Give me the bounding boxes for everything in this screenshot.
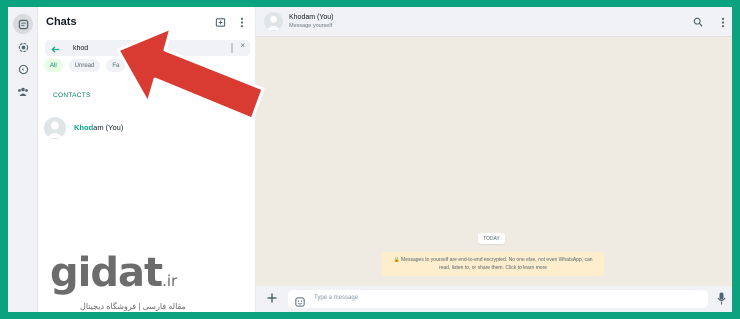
watermark-tagline: مقاله فارسی | فروشگاه دیجیتال: [80, 302, 186, 311]
encryption-notice[interactable]: 🔒 Messages to yourself are end-to-end en…: [382, 252, 604, 276]
new-chat-button[interactable]: [213, 15, 227, 29]
contact-name-rest: am (You): [93, 123, 124, 132]
filter-chip-unread[interactable]: Unread: [68, 59, 101, 72]
date-badge: TODAY: [478, 233, 505, 244]
chats-icon: [18, 19, 28, 29]
menu-icon: [721, 17, 725, 27]
site-watermark: gidat.ir مقاله فارسی | فروشگاه دیجیتال: [50, 253, 186, 311]
watermark-logo-text: gidat: [50, 250, 163, 296]
default-avatar-icon: [47, 121, 63, 138]
mic-icon: [717, 292, 726, 305]
compose-bar: Type a message: [256, 286, 732, 312]
channels-icon: [18, 64, 28, 74]
filter-chip-all[interactable]: All: [44, 59, 63, 72]
communities-nav-button[interactable]: [13, 81, 33, 101]
search-icon: [693, 17, 703, 27]
default-avatar-icon: [266, 15, 281, 31]
clear-search-button[interactable]: ×: [240, 41, 245, 50]
watermark-tld: .ir: [162, 272, 178, 290]
search-back-button[interactable]: [50, 42, 61, 60]
contacts-section-header: CONTACTS: [53, 92, 91, 99]
contact-name-match: Khod: [74, 123, 94, 132]
voice-message-button[interactable]: [717, 292, 726, 310]
search-bar: ×: [45, 40, 250, 56]
header-avatar: [264, 12, 283, 31]
chats-nav-button[interactable]: [13, 14, 33, 34]
attach-button[interactable]: [266, 292, 278, 306]
menu-icon: [240, 17, 244, 27]
contact-name: Khodam (You): [74, 123, 123, 132]
text-caret: [231, 43, 233, 53]
message-placeholder: Type a message: [314, 295, 359, 301]
channels-nav-button[interactable]: [13, 59, 33, 79]
chat-list-panel: Chats × All Unread Fa CONTACTS Khodam (Y…: [38, 7, 256, 312]
conversation-subtitle: Message yourself: [289, 23, 333, 29]
back-arrow-icon: [51, 46, 60, 53]
watermark-logo: gidat.ir: [50, 253, 186, 301]
whatsapp-window: Chats × All Unread Fa CONTACTS Khodam (Y…: [8, 7, 732, 312]
message-input[interactable]: Type a message: [288, 290, 708, 308]
nav-rail: [8, 7, 38, 312]
conversation-title: Khodam (You): [289, 14, 334, 21]
sticker-icon: [295, 297, 305, 307]
filter-chips: All Unread Fa: [44, 59, 126, 72]
sticker-button[interactable]: [295, 294, 305, 312]
avatar: [44, 117, 66, 139]
status-nav-button[interactable]: [13, 37, 33, 57]
conversation-panel: Khodam (You) Message yourself TODAY 🔒 Me…: [256, 7, 732, 312]
plus-icon: [267, 293, 277, 303]
contact-item[interactable]: Khodam (You): [44, 117, 250, 139]
conversation-header[interactable]: Khodam (You) Message yourself: [256, 7, 732, 37]
sidebar-title: Chats: [46, 16, 77, 28]
conversation-menu-button[interactable]: [717, 16, 729, 28]
new-chat-icon: [215, 17, 225, 27]
communities-icon: [18, 87, 28, 96]
sidebar-menu-button[interactable]: [235, 15, 249, 29]
search-input[interactable]: [73, 41, 203, 55]
conversation-search-button[interactable]: [692, 16, 704, 28]
filter-chip-favorites[interactable]: Fa: [106, 59, 126, 72]
status-icon: [18, 42, 28, 52]
